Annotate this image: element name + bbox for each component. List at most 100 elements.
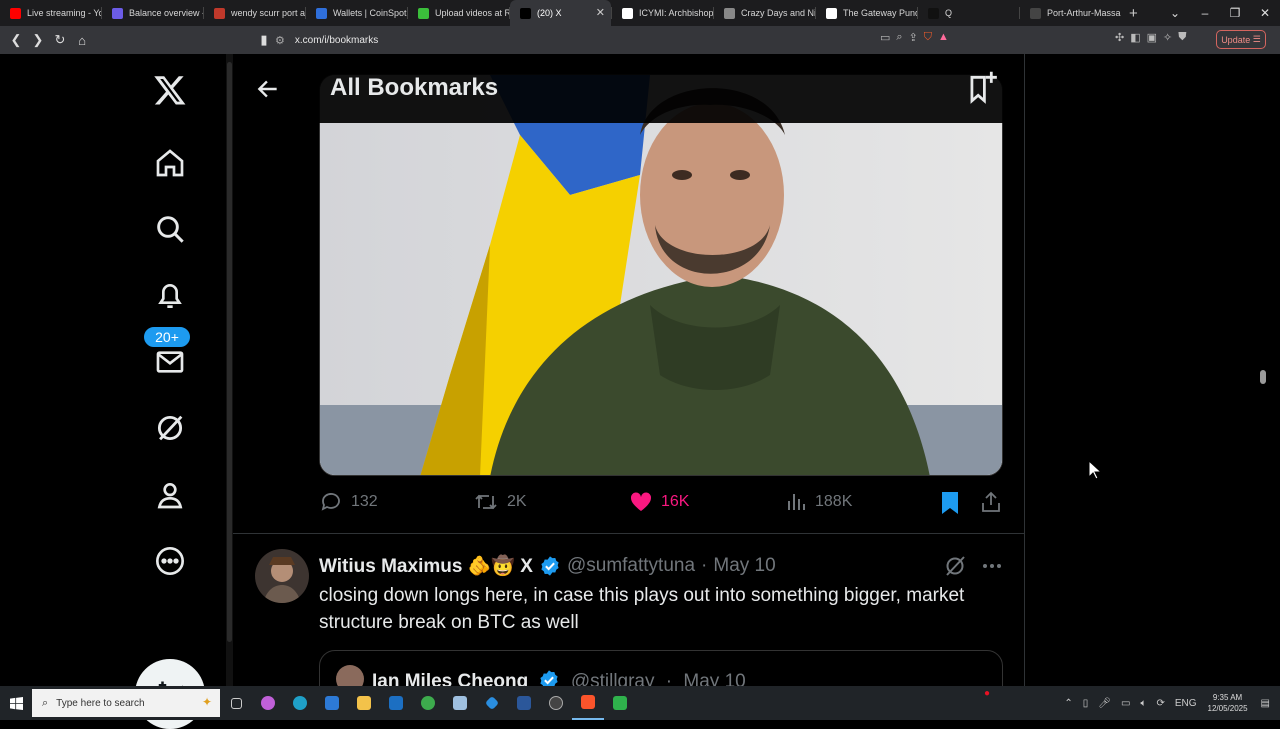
update-button[interactable]: Update ☰ bbox=[1216, 30, 1266, 49]
minimize-button[interactable]: – bbox=[1190, 6, 1220, 20]
author-avatar[interactable] bbox=[255, 549, 309, 603]
post-more-icon[interactable] bbox=[981, 557, 1003, 580]
close-window-button[interactable]: ✕ bbox=[1250, 6, 1280, 20]
browser-tab[interactable]: (20) X ✕ bbox=[510, 0, 611, 26]
x-logo-icon[interactable] bbox=[148, 68, 192, 112]
author-name[interactable]: Witius Maximus 🫵🤠 X bbox=[319, 554, 533, 578]
tab-title: The Gateway Pundi bbox=[843, 8, 917, 18]
network-icon[interactable]: ▭ bbox=[1121, 698, 1130, 709]
notification-center-icon[interactable]: ▤ bbox=[1261, 698, 1270, 709]
browser-tab[interactable]: Port-Arthur-Massa bbox=[1020, 0, 1121, 26]
windows-start-icon[interactable] bbox=[0, 686, 32, 720]
wallet-icon[interactable]: ▣ bbox=[1147, 31, 1157, 44]
quoted-author-handle[interactable]: @stillgray bbox=[571, 671, 655, 686]
device-icon[interactable]: ▯ bbox=[1083, 698, 1089, 709]
sync-icon[interactable]: ⟳ bbox=[1156, 698, 1164, 709]
browser-tab[interactable]: wendy scurr port ar bbox=[204, 0, 305, 26]
system-clock[interactable]: 9:35 AM 12/05/2025 bbox=[1208, 692, 1248, 714]
explore-search-icon[interactable] bbox=[148, 207, 192, 251]
page-scrollbar[interactable] bbox=[1256, 54, 1270, 686]
tab-close-icon[interactable]: ✕ bbox=[596, 6, 605, 19]
back-nav-icon[interactable]: ❮ bbox=[6, 32, 26, 48]
quoted-verified-badge-icon bbox=[539, 670, 558, 686]
browser-tab[interactable]: ICYMI: Archbishop bbox=[612, 0, 713, 26]
brave-rewards-icon[interactable]: ▲ bbox=[938, 31, 949, 44]
microphone-icon[interactable]: 🎤︎ bbox=[1098, 698, 1111, 709]
cast-icon[interactable]: ▭ bbox=[880, 31, 890, 44]
tab-search-icon[interactable]: ⌄ bbox=[1160, 6, 1190, 20]
like-button[interactable]: 16K bbox=[629, 490, 689, 514]
post-media-image[interactable] bbox=[319, 74, 1003, 476]
forward-nav-icon[interactable]: ❯ bbox=[28, 32, 48, 48]
brave-shield-icon[interactable]: ⛉ bbox=[924, 31, 932, 44]
store-app-icon[interactable] bbox=[316, 686, 348, 720]
browser-tab[interactable]: Live streaming - Yo bbox=[0, 0, 101, 26]
home-nav-icon[interactable] bbox=[148, 141, 192, 185]
zoom-icon[interactable]: ⌕ bbox=[896, 31, 902, 44]
task-view-icon[interactable] bbox=[220, 686, 252, 720]
keyboard-language[interactable]: ENG bbox=[1175, 698, 1197, 709]
chrome-app-icon[interactable] bbox=[412, 686, 444, 720]
back-arrow-icon[interactable] bbox=[255, 76, 281, 107]
site-info-icon[interactable]: ⚙ bbox=[275, 34, 285, 47]
quoted-post[interactable]: Ian Miles Cheong @stillgray · May 10 bbox=[319, 650, 1003, 686]
outlook-app-icon[interactable] bbox=[380, 686, 412, 720]
verified-badge-icon bbox=[541, 556, 559, 576]
grok-icon[interactable] bbox=[148, 406, 192, 450]
reply-button[interactable]: 132 bbox=[319, 490, 378, 514]
home-icon[interactable]: ⌂ bbox=[72, 33, 92, 48]
notifications-bell-icon[interactable] bbox=[148, 274, 192, 318]
share-icon[interactable]: ⇪ bbox=[909, 31, 918, 44]
leo-icon[interactable]: ✧ bbox=[1163, 31, 1172, 44]
tab-title: Crazy Days and Nig bbox=[741, 8, 815, 18]
browser-tab[interactable]: Wallets | CoinSpot bbox=[306, 0, 407, 26]
profile-person-icon[interactable] bbox=[148, 473, 192, 517]
notepad-app-icon[interactable] bbox=[444, 686, 476, 720]
repost-count: 2K bbox=[507, 493, 527, 510]
views-button[interactable]: 188K bbox=[785, 490, 852, 514]
author-handle[interactable]: @sumfattytuna bbox=[567, 555, 695, 577]
bookmark-button[interactable] bbox=[939, 490, 961, 516]
brave-app-icon[interactable] bbox=[572, 686, 604, 720]
browser-tab[interactable]: Q bbox=[918, 0, 1019, 26]
share-button[interactable] bbox=[979, 490, 1003, 514]
page-scrollbar-thumb[interactable] bbox=[1260, 370, 1266, 384]
new-tab-button[interactable]: + bbox=[1129, 5, 1138, 22]
grok-explain-icon[interactable] bbox=[943, 554, 967, 583]
views-count: 188K bbox=[815, 493, 853, 510]
post-action-bar: 132 2K 16K 188K bbox=[319, 490, 1003, 520]
copilot-app-icon[interactable] bbox=[252, 686, 284, 720]
restore-button[interactable]: ❐ bbox=[1220, 6, 1250, 20]
extensions-icon[interactable]: ✣ bbox=[1115, 31, 1124, 44]
reply-bubble-icon bbox=[321, 493, 340, 511]
show-hidden-icons[interactable]: ⌃ bbox=[1064, 698, 1072, 709]
file-explorer-icon[interactable] bbox=[348, 686, 380, 720]
reload-icon[interactable]: ↻ bbox=[50, 32, 70, 48]
quoted-post-date[interactable]: May 10 bbox=[683, 671, 745, 686]
quoted-separator-dot: · bbox=[665, 671, 673, 686]
repost-button[interactable]: 2K bbox=[473, 490, 527, 514]
green-app-icon[interactable] bbox=[604, 686, 636, 720]
post-date[interactable]: May 10 bbox=[713, 555, 775, 577]
views-bar-chart-icon bbox=[788, 494, 805, 510]
browser-tab[interactable]: Crazy Days and Nig bbox=[714, 0, 815, 26]
vpn-icon[interactable]: ⛊ bbox=[1178, 31, 1186, 44]
browser-tab[interactable]: The Gateway Pundi bbox=[816, 0, 917, 26]
bookmark-page-icon[interactable]: ▮ bbox=[254, 32, 274, 48]
word-app-icon[interactable] bbox=[508, 686, 540, 720]
quoted-author-avatar[interactable] bbox=[336, 665, 364, 686]
like-count: 16K bbox=[661, 493, 690, 510]
more-options-circle-icon[interactable] bbox=[148, 539, 192, 583]
taskbar-search-input[interactable]: ⌕ Type here to search ✦ bbox=[32, 689, 220, 717]
browser-tab[interactable]: Upload videos at R bbox=[408, 0, 509, 26]
new-bookmark-folder-icon[interactable] bbox=[966, 69, 1000, 110]
edge-app-icon[interactable] bbox=[284, 686, 316, 720]
sidebar-scrollbar[interactable] bbox=[226, 54, 233, 686]
sidebar-icon[interactable]: ◧ bbox=[1130, 31, 1140, 44]
volume-icon[interactable]: 🔈︎ bbox=[1140, 698, 1146, 709]
browser-tab[interactable]: Balance overview - bbox=[102, 0, 203, 26]
obs-app-icon[interactable] bbox=[540, 686, 572, 720]
messages-envelope-icon[interactable] bbox=[148, 340, 192, 384]
vscode-app-icon[interactable] bbox=[476, 686, 508, 720]
quoted-author-name[interactable]: Ian Miles Cheong bbox=[372, 671, 528, 686]
